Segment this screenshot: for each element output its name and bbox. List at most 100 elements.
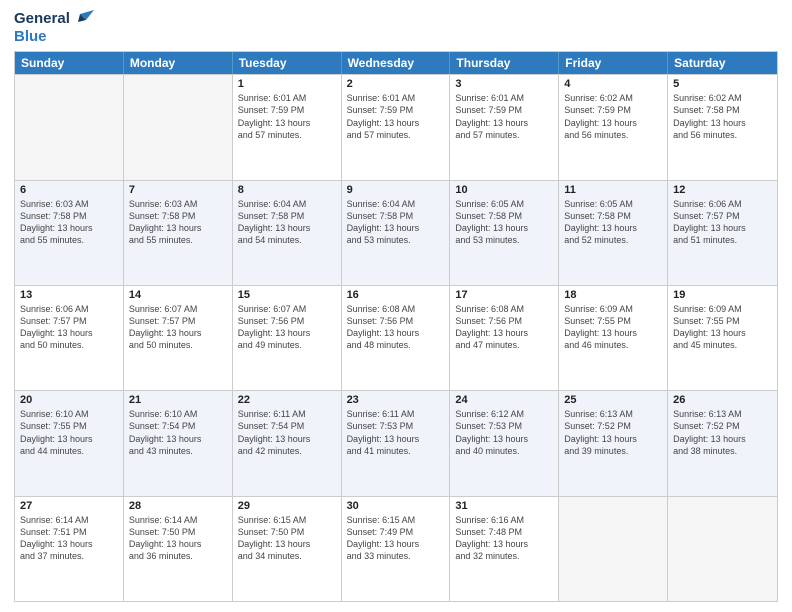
day-number: 20 — [20, 394, 118, 406]
calendar-cell: 5 Sunrise: 6:02 AM Sunset: 7:58 PM Daylig… — [668, 75, 777, 179]
day-info: Sunrise: 6:10 AM Sunset: 7:55 PM Dayligh… — [20, 408, 118, 457]
day-info: Sunrise: 6:01 AM Sunset: 7:59 PM Dayligh… — [347, 92, 445, 141]
calendar-cell: 11 Sunrise: 6:05 AM Sunset: 7:58 PM Dayli… — [559, 181, 668, 285]
calendar-cell: 22 Sunrise: 6:11 AM Sunset: 7:54 PM Dayli… — [233, 391, 342, 495]
calendar-cell: 19 Sunrise: 6:09 AM Sunset: 7:55 PM Dayli… — [668, 286, 777, 390]
calendar-cell: 30Sunrise: 6:15 AM Sunset: 7:49 PM Dayli… — [342, 497, 451, 601]
calendar-cell: 7Sunrise: 6:03 AM Sunset: 7:58 PM Daylig… — [124, 181, 233, 285]
day-info: Sunrise: 6:16 AM Sunset: 7:48 PM Dayligh… — [455, 514, 553, 563]
day-info: Sunrise: 6:03 AM Sunset: 7:58 PM Dayligh… — [20, 198, 118, 247]
calendar-cell: 28Sunrise: 6:14 AM Sunset: 7:50 PM Dayli… — [124, 497, 233, 601]
day-info: Sunrise: 6:05 AM Sunset: 7:58 PM Dayligh… — [564, 198, 662, 247]
day-info: Sunrise: 6:14 AM Sunset: 7:51 PM Dayligh… — [20, 514, 118, 563]
day-info: Sunrise: 6:01 AM Sunset: 7:59 PM Dayligh… — [238, 92, 336, 141]
day-number: 11 — [564, 184, 662, 196]
calendar-cell — [668, 497, 777, 601]
day-number: 5 — [673, 78, 772, 90]
calendar-cell: 9 Sunrise: 6:04 AM Sunset: 7:58 PM Daylig… — [342, 181, 451, 285]
header-day-sunday: Sunday — [15, 52, 124, 74]
day-info: Sunrise: 6:13 AM Sunset: 7:52 PM Dayligh… — [673, 408, 772, 457]
day-info: Sunrise: 6:07 AM Sunset: 7:57 PM Dayligh… — [129, 303, 227, 352]
header: General Blue — [14, 10, 778, 45]
calendar-cell: 6 Sunrise: 6:03 AM Sunset: 7:58 PM Daylig… — [15, 181, 124, 285]
day-number: 2 — [347, 78, 445, 90]
calendar-cell: 24 Sunrise: 6:12 AM Sunset: 7:53 PM Dayli… — [450, 391, 559, 495]
calendar-body: 1 Sunrise: 6:01 AM Sunset: 7:59 PM Daylig… — [15, 74, 777, 601]
day-info: Sunrise: 6:04 AM Sunset: 7:58 PM Dayligh… — [238, 198, 336, 247]
calendar-cell: 12 Sunrise: 6:06 AM Sunset: 7:57 PM Dayli… — [668, 181, 777, 285]
day-number: 12 — [673, 184, 772, 196]
day-info: Sunrise: 6:02 AM Sunset: 7:59 PM Dayligh… — [564, 92, 662, 141]
day-info: Sunrise: 6:12 AM Sunset: 7:53 PM Dayligh… — [455, 408, 553, 457]
header-day-thursday: Thursday — [450, 52, 559, 74]
day-number: 1 — [238, 78, 336, 90]
day-number: 19 — [673, 289, 772, 301]
calendar-cell: 13 Sunrise: 6:06 AM Sunset: 7:57 PM Dayli… — [15, 286, 124, 390]
calendar-cell: 10 Sunrise: 6:05 AM Sunset: 7:58 PM Dayli… — [450, 181, 559, 285]
header-day-monday: Monday — [124, 52, 233, 74]
calendar-cell: 31 Sunrise: 6:16 AM Sunset: 7:48 PM Dayli… — [450, 497, 559, 601]
day-info: Sunrise: 6:05 AM Sunset: 7:58 PM Dayligh… — [455, 198, 553, 247]
calendar-cell: 17 Sunrise: 6:08 AM Sunset: 7:56 PM Dayli… — [450, 286, 559, 390]
day-number: 23 — [347, 394, 445, 406]
day-info: Sunrise: 6:08 AM Sunset: 7:56 PM Dayligh… — [455, 303, 553, 352]
calendar-cell: 18 Sunrise: 6:09 AM Sunset: 7:55 PM Dayli… — [559, 286, 668, 390]
day-number: 4 — [564, 78, 662, 90]
calendar-row-5: 27 Sunrise: 6:14 AM Sunset: 7:51 PM Dayli… — [15, 496, 777, 601]
calendar-header: SundayMondayTuesdayWednesdayThursdayFrid… — [15, 52, 777, 74]
day-number: 14 — [129, 289, 227, 301]
day-info: Sunrise: 6:06 AM Sunset: 7:57 PM Dayligh… — [673, 198, 772, 247]
day-info: Sunrise: 6:08 AM Sunset: 7:56 PM Dayligh… — [347, 303, 445, 352]
day-number: 26 — [673, 394, 772, 406]
calendar-cell — [124, 75, 233, 179]
day-number: 18 — [564, 289, 662, 301]
day-number: 3 — [455, 78, 553, 90]
day-number: 17 — [455, 289, 553, 301]
calendar-cell: 29 Sunrise: 6:15 AM Sunset: 7:50 PM Dayli… — [233, 497, 342, 601]
logo-general: General — [14, 10, 70, 27]
day-info: Sunrise: 6:10 AM Sunset: 7:54 PM Dayligh… — [129, 408, 227, 457]
calendar-cell: 14 Sunrise: 6:07 AM Sunset: 7:57 PM Dayli… — [124, 286, 233, 390]
calendar-cell: 15Sunrise: 6:07 AM Sunset: 7:56 PM Dayli… — [233, 286, 342, 390]
day-info: Sunrise: 6:14 AM Sunset: 7:50 PM Dayligh… — [129, 514, 227, 563]
day-info: Sunrise: 6:11 AM Sunset: 7:53 PM Dayligh… — [347, 408, 445, 457]
page: General Blue SundayMondayTuesdayWednesda… — [0, 0, 792, 612]
header-day-tuesday: Tuesday — [233, 52, 342, 74]
day-info: Sunrise: 6:02 AM Sunset: 7:58 PM Dayligh… — [673, 92, 772, 141]
header-day-saturday: Saturday — [668, 52, 777, 74]
day-number: 10 — [455, 184, 553, 196]
calendar-cell: 3 Sunrise: 6:01 AM Sunset: 7:59 PM Daylig… — [450, 75, 559, 179]
day-info: Sunrise: 6:09 AM Sunset: 7:55 PM Dayligh… — [673, 303, 772, 352]
calendar: SundayMondayTuesdayWednesdayThursdayFrid… — [14, 51, 778, 602]
calendar-row-1: 1 Sunrise: 6:01 AM Sunset: 7:59 PM Daylig… — [15, 74, 777, 179]
calendar-cell: 2 Sunrise: 6:01 AM Sunset: 7:59 PM Daylig… — [342, 75, 451, 179]
day-number: 25 — [564, 394, 662, 406]
logo: General Blue — [14, 10, 94, 45]
calendar-cell: 21Sunrise: 6:10 AM Sunset: 7:54 PM Dayli… — [124, 391, 233, 495]
calendar-cell: 16 Sunrise: 6:08 AM Sunset: 7:56 PM Dayli… — [342, 286, 451, 390]
day-number: 31 — [455, 500, 553, 512]
day-info: Sunrise: 6:06 AM Sunset: 7:57 PM Dayligh… — [20, 303, 118, 352]
calendar-row-3: 13 Sunrise: 6:06 AM Sunset: 7:57 PM Dayli… — [15, 285, 777, 390]
day-info: Sunrise: 6:11 AM Sunset: 7:54 PM Dayligh… — [238, 408, 336, 457]
calendar-cell — [15, 75, 124, 179]
day-number: 13 — [20, 289, 118, 301]
day-number: 16 — [347, 289, 445, 301]
day-info: Sunrise: 6:01 AM Sunset: 7:59 PM Dayligh… — [455, 92, 553, 141]
header-day-friday: Friday — [559, 52, 668, 74]
day-number: 27 — [20, 500, 118, 512]
calendar-cell: 25Sunrise: 6:13 AM Sunset: 7:52 PM Dayli… — [559, 391, 668, 495]
day-number: 22 — [238, 394, 336, 406]
day-info: Sunrise: 6:07 AM Sunset: 7:56 PM Dayligh… — [238, 303, 336, 352]
day-info: Sunrise: 6:04 AM Sunset: 7:58 PM Dayligh… — [347, 198, 445, 247]
day-number: 29 — [238, 500, 336, 512]
day-number: 24 — [455, 394, 553, 406]
day-info: Sunrise: 6:09 AM Sunset: 7:55 PM Dayligh… — [564, 303, 662, 352]
day-number: 6 — [20, 184, 118, 196]
calendar-cell: 20 Sunrise: 6:10 AM Sunset: 7:55 PM Dayli… — [15, 391, 124, 495]
calendar-cell: 4 Sunrise: 6:02 AM Sunset: 7:59 PM Daylig… — [559, 75, 668, 179]
day-info: Sunrise: 6:15 AM Sunset: 7:50 PM Dayligh… — [238, 514, 336, 563]
day-number: 9 — [347, 184, 445, 196]
header-day-wednesday: Wednesday — [342, 52, 451, 74]
calendar-cell — [559, 497, 668, 601]
